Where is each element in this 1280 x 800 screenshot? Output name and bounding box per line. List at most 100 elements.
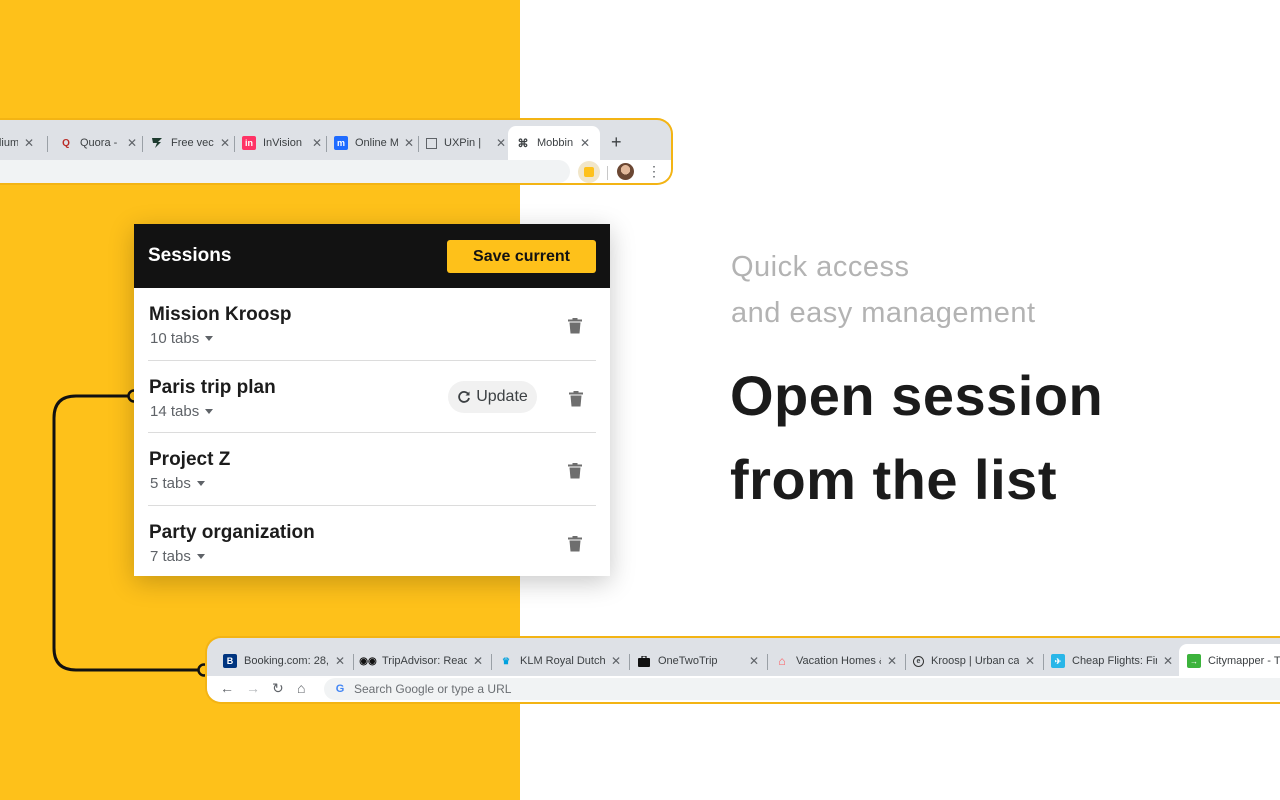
kebab-menu-icon[interactable]: ⋮ <box>647 162 661 180</box>
invision-icon: in <box>242 136 256 150</box>
update-label: Update <box>476 388 528 405</box>
omnibox[interactable]: G Search Google or type a URL <box>324 678 1280 700</box>
tab-separator <box>629 654 630 670</box>
popup-header: Sessions Save current <box>134 224 610 288</box>
tab-onetwotrip[interactable]: OneTwoTrip ✕ <box>637 648 761 674</box>
klm-icon: ♛ <box>501 655 511 666</box>
close-icon[interactable]: ✕ <box>310 136 324 150</box>
session-tab-count[interactable]: 14 tabs <box>150 403 214 420</box>
citymapper-icon: → <box>1187 654 1201 668</box>
tab-title: UXPin | <box>444 137 482 149</box>
trash-icon[interactable] <box>569 391 583 407</box>
close-icon[interactable]: ✕ <box>402 136 416 150</box>
freepik-icon <box>150 136 164 150</box>
trash-icon[interactable] <box>568 463 582 479</box>
close-icon[interactable]: ✕ <box>471 654 485 668</box>
omnibox-placeholder: Search Google or type a URL <box>354 682 512 696</box>
tab-title: KLM Royal Dutch A <box>520 655 605 667</box>
bottom-tabstrip: B Booking.com: 28,4 ✕ ◉◉ TripAdvisor: Re… <box>207 638 1280 680</box>
session-name[interactable]: Paris trip plan <box>149 377 276 399</box>
marvel-icon: m <box>334 136 348 150</box>
subhead: Quick access and easy management <box>731 244 1036 336</box>
session-tab-count[interactable]: 7 tabs <box>150 548 205 565</box>
google-icon: G <box>335 683 345 695</box>
tab-count-label: 7 tabs <box>150 548 191 565</box>
tab-mobbin[interactable]: ⌘ Mobbin ✕ <box>508 126 600 160</box>
bottom-browser-window: B Booking.com: 28,4 ✕ ◉◉ TripAdvisor: Re… <box>205 636 1280 704</box>
tab-uxpin[interactable]: UXPin | ✕ <box>426 130 508 156</box>
close-icon[interactable]: ✕ <box>218 136 232 150</box>
tab-title: Free vec <box>171 137 214 149</box>
tab-title: Vacation Homes & <box>796 655 881 667</box>
sessions-extension-icon[interactable] <box>578 161 600 183</box>
top-omnibox[interactable] <box>0 160 570 183</box>
session-item[interactable]: Project Z 5 tabs <box>134 433 610 505</box>
save-current-button[interactable]: Save current <box>447 240 596 273</box>
close-icon[interactable]: ✕ <box>1161 654 1175 668</box>
tab-quora[interactable]: Q Quora - ✕ <box>59 130 139 156</box>
tab-title: Citymapper - Th <box>1208 655 1280 667</box>
trash-icon[interactable] <box>568 536 582 552</box>
headline: Open session from the list <box>730 354 1103 522</box>
tab-separator <box>905 654 906 670</box>
tab-separator <box>353 654 354 670</box>
uxpin-icon <box>426 137 437 149</box>
tab-title: Quora - <box>80 137 118 149</box>
tab-airbnb[interactable]: ⌂ Vacation Homes & ✕ <box>775 648 899 674</box>
new-tab-button[interactable]: + <box>611 132 622 153</box>
top-toolbar: ⋮ <box>0 160 671 183</box>
session-name[interactable]: Mission Kroosp <box>149 304 292 326</box>
close-icon[interactable]: ✕ <box>333 654 347 668</box>
tab-medium[interactable]: Medium ✕ <box>0 130 36 156</box>
tab-klm[interactable]: ♛ KLM Royal Dutch A ✕ <box>499 648 623 674</box>
session-item[interactable]: Paris trip plan 14 tabs <box>134 361 610 433</box>
tab-title: InVision <box>263 137 302 149</box>
tab-freepik[interactable]: Free vec ✕ <box>150 130 232 156</box>
reload-icon[interactable]: ↻ <box>272 680 284 697</box>
session-name[interactable]: Project Z <box>149 449 230 471</box>
onetwotrip-icon <box>637 654 651 668</box>
close-icon[interactable]: ✕ <box>494 136 508 150</box>
cheapflights-icon: ✈ <box>1051 654 1065 668</box>
caret-down-icon <box>196 554 205 559</box>
sessions-popup: Sessions Save current Mission Kroosp 10 … <box>134 224 610 576</box>
session-item[interactable]: Party organization 7 tabs <box>134 506 610 578</box>
close-icon[interactable]: ✕ <box>609 654 623 668</box>
stage: Medium ✕ Q Quora - ✕ Free vec ✕ in InVis… <box>0 0 1280 800</box>
close-icon[interactable]: ✕ <box>1023 654 1037 668</box>
tab-separator <box>491 654 492 670</box>
tab-separator <box>418 136 419 152</box>
bottom-toolbar: ← → ↻ ⌂ G Search Google or type a URL <box>207 676 1280 702</box>
session-item[interactable]: Mission Kroosp 10 tabs <box>134 288 610 360</box>
tab-cheapflights[interactable]: ✈ Cheap Flights: Fin ✕ <box>1051 648 1175 674</box>
session-tab-count[interactable]: 10 tabs <box>150 330 214 347</box>
toolbar-divider <box>607 166 608 180</box>
close-icon[interactable]: ✕ <box>578 136 592 150</box>
session-name[interactable]: Party organization <box>149 522 315 544</box>
back-icon[interactable]: ← <box>220 680 234 696</box>
kroosp-icon: e <box>913 655 924 667</box>
home-icon[interactable]: ⌂ <box>297 680 305 696</box>
close-icon[interactable]: ✕ <box>885 654 899 668</box>
close-icon[interactable]: ✕ <box>747 654 761 668</box>
update-button[interactable]: Update <box>448 381 537 413</box>
close-icon[interactable]: ✕ <box>22 136 36 150</box>
tab-invision[interactable]: in InVision ✕ <box>242 130 324 156</box>
tab-booking[interactable]: B Booking.com: 28,4 ✕ <box>223 648 347 674</box>
forward-icon[interactable]: → <box>246 680 260 696</box>
tab-citymapper[interactable]: → Citymapper - Th <box>1179 644 1280 678</box>
tab-title: Mobbin <box>537 137 574 149</box>
avatar[interactable] <box>617 163 634 180</box>
headline-line: from the list <box>730 448 1057 511</box>
tab-marvel[interactable]: m Online M ✕ <box>334 130 416 156</box>
tab-tripadvisor[interactable]: ◉◉ TripAdvisor: Read ✕ <box>359 648 485 674</box>
trash-icon[interactable] <box>568 318 582 334</box>
tab-count-label: 10 tabs <box>150 330 200 347</box>
caret-down-icon <box>205 409 214 414</box>
close-icon[interactable]: ✕ <box>125 136 139 150</box>
tab-separator <box>1043 654 1044 670</box>
tab-separator <box>47 136 48 152</box>
tab-kroosp[interactable]: e Kroosp | Urban ca ✕ <box>913 648 1037 674</box>
session-tab-count[interactable]: 5 tabs <box>150 475 205 492</box>
caret-down-icon <box>196 481 205 486</box>
